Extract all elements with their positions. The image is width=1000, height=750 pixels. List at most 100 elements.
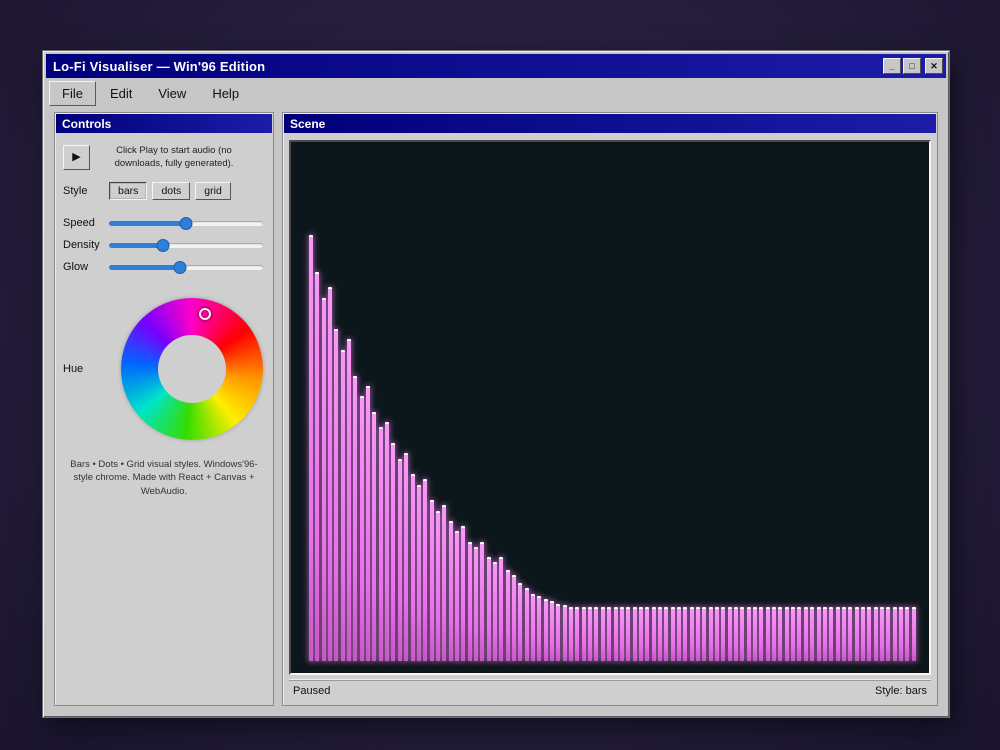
- controls-panel-header: Controls: [56, 114, 272, 133]
- hue-wheel[interactable]: [121, 298, 263, 440]
- spectrum-bar: [480, 542, 484, 661]
- spectrum-bar: [721, 607, 725, 661]
- density-label: Density: [63, 239, 109, 251]
- app-window: Lo-Fi Visualiser — Win'96 Edition _ □ ✕ …: [42, 50, 950, 718]
- play-hint: Click Play to start audio (no downloads,…: [98, 145, 250, 170]
- spectrum-bar: [347, 339, 351, 661]
- spectrum-bar: [690, 607, 694, 661]
- spectrum-bar: [398, 459, 402, 661]
- spectrum-bar: [614, 607, 618, 661]
- spectrum-bar: [817, 607, 821, 661]
- spectrum-bar: [829, 607, 833, 661]
- spectrum-bar: [474, 547, 478, 661]
- spectrum-bar: [550, 601, 554, 661]
- play-button[interactable]: ▶: [63, 145, 90, 170]
- status-playback: Paused: [293, 685, 330, 697]
- spectrum-bar: [525, 588, 529, 661]
- spectrum-bar: [512, 575, 516, 661]
- spectrum-bar: [328, 287, 332, 661]
- menu-item-file[interactable]: File: [49, 81, 96, 106]
- speed-slider-row: Speed: [63, 216, 265, 230]
- spectrum-bar: [430, 500, 434, 661]
- spectrum-bar: [836, 607, 840, 661]
- spectrum-bar: [880, 607, 884, 661]
- spectrum-bars: [309, 142, 917, 661]
- menu-item-view[interactable]: View: [146, 82, 198, 105]
- spectrum-bar: [626, 607, 630, 661]
- spectrum-bar: [766, 607, 770, 661]
- close-button[interactable]: ✕: [925, 58, 943, 74]
- spectrum-bar: [436, 511, 440, 662]
- spectrum-bar: [391, 443, 395, 661]
- style-button-bars[interactable]: bars: [109, 182, 147, 200]
- style-row: Style barsdotsgrid: [63, 182, 265, 200]
- play-icon: ▶: [72, 151, 80, 163]
- spectrum-bar: [372, 412, 376, 661]
- spectrum-bar: [645, 607, 649, 661]
- spectrum-bar: [778, 607, 782, 661]
- spectrum-bar: [575, 607, 579, 661]
- spectrum-bar: [664, 607, 668, 661]
- spectrum-bar: [353, 376, 357, 661]
- spectrum-bar: [874, 607, 878, 661]
- spectrum-bar: [620, 607, 624, 661]
- spectrum-bar: [334, 329, 338, 661]
- spectrum-bar: [823, 607, 827, 661]
- style-buttons: bars dots grid: [109, 182, 231, 200]
- menu-item-help[interactable]: Help: [200, 82, 251, 105]
- hue-label: Hue: [63, 363, 109, 375]
- density-slider-row: Density: [63, 238, 265, 252]
- spectrum-bar: [842, 607, 846, 661]
- spectrum-bar: [734, 607, 738, 661]
- glow-slider[interactable]: [109, 260, 263, 274]
- spectrum-bar: [861, 607, 865, 661]
- window-title: Lo-Fi Visualiser — Win'96 Edition: [53, 59, 265, 74]
- glow-slider-thumb[interactable]: [173, 261, 186, 274]
- spectrum-bar: [740, 607, 744, 661]
- slider-group: Speed Density Glow: [55, 208, 273, 282]
- spectrum-bar: [639, 607, 643, 661]
- spectrum-bar: [322, 298, 326, 661]
- spectrum-bar: [804, 607, 808, 661]
- maximize-icon: □: [909, 61, 914, 71]
- hue-selector[interactable]: [199, 308, 211, 320]
- spectrum-bar: [341, 350, 345, 661]
- menu-item-edit[interactable]: Edit: [98, 82, 144, 105]
- speed-slider-thumb[interactable]: [180, 217, 193, 230]
- titlebar[interactable]: Lo-Fi Visualiser — Win'96 Edition _ □ ✕: [46, 54, 946, 78]
- hue-wheel-hole: [158, 335, 226, 403]
- spectrum-bar: [366, 386, 370, 661]
- controls-panel-title: Controls: [62, 117, 111, 131]
- speed-slider-fill: [109, 221, 186, 226]
- spectrum-bar: [556, 604, 560, 661]
- spectrum-bar: [728, 607, 732, 661]
- scene-panel-body: Paused Style: bars: [283, 134, 937, 705]
- minimize-button[interactable]: _: [883, 58, 901, 74]
- style-button-dots[interactable]: dots: [152, 182, 190, 200]
- spectrum-bar: [493, 562, 497, 661]
- spectrum-bar: [696, 607, 700, 661]
- density-slider[interactable]: [109, 238, 263, 252]
- spectrum-bar: [385, 422, 389, 661]
- spectrum-bar: [601, 607, 605, 661]
- maximize-button[interactable]: □: [903, 58, 921, 74]
- visualizer-canvas[interactable]: [289, 140, 931, 675]
- spectrum-bar: [772, 607, 776, 661]
- speed-slider[interactable]: [109, 216, 263, 230]
- spectrum-bar: [867, 607, 871, 661]
- play-row: ▶ Click Play to start audio (no download…: [63, 145, 265, 170]
- density-slider-thumb[interactable]: [156, 239, 169, 252]
- spectrum-bar: [702, 607, 706, 661]
- density-slider-track: [109, 243, 263, 248]
- spectrum-bar: [417, 485, 421, 661]
- spectrum-bar: [709, 607, 713, 661]
- spectrum-bar: [912, 607, 916, 661]
- density-slider-fill: [109, 243, 163, 248]
- spectrum-bar: [905, 607, 909, 661]
- glow-label: Glow: [63, 261, 109, 273]
- style-button-grid[interactable]: grid: [195, 182, 231, 200]
- spectrum-bar: [899, 607, 903, 661]
- spectrum-bar: [652, 607, 656, 661]
- spectrum-bar: [468, 542, 472, 661]
- spectrum-bar: [449, 521, 453, 661]
